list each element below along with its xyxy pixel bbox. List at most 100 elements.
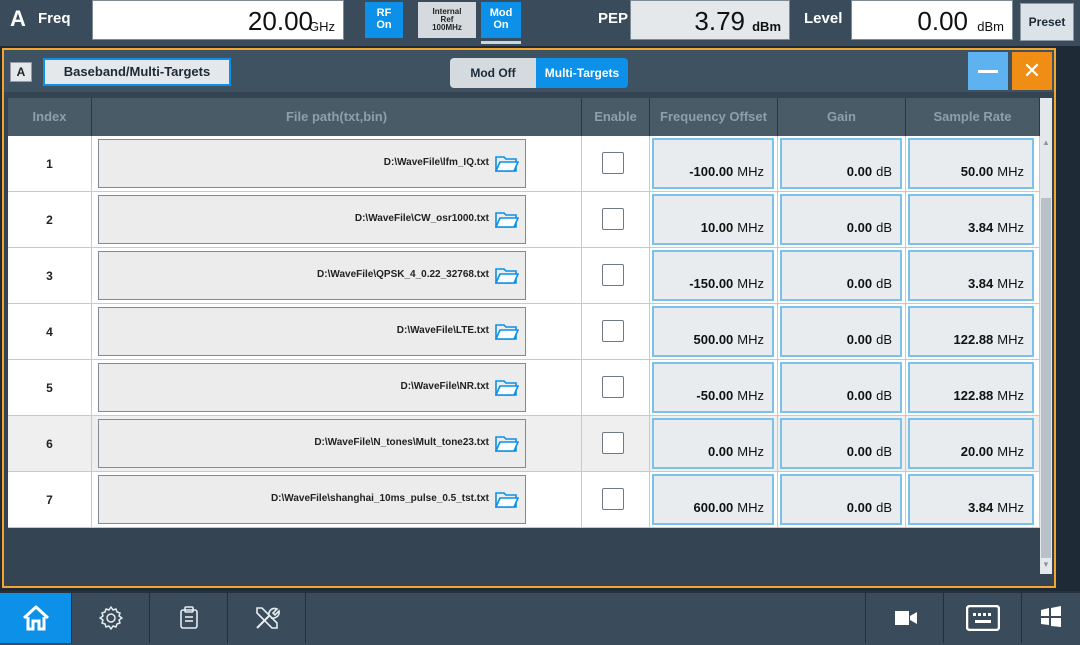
- frequency-offset-field[interactable]: 10.00 MHz: [652, 194, 774, 245]
- sample-rate-value: 3.84: [967, 220, 994, 235]
- frequency-offset-cell: 500.00 MHz: [650, 304, 778, 360]
- tools-button[interactable]: [228, 593, 306, 643]
- frequency-offset-field[interactable]: -100.00 MHz: [652, 138, 774, 189]
- frequency-offset-field[interactable]: -50.00 MHz: [652, 362, 774, 413]
- file-path-cell: D:\WaveFile\NR.txt: [92, 360, 582, 416]
- file-path-cell: D:\WaveFile\lfm_IQ.txt: [92, 136, 582, 192]
- sample-rate-field[interactable]: 3.84 MHz: [908, 474, 1034, 525]
- enable-checkbox[interactable]: [602, 488, 624, 510]
- setup-button[interactable]: [72, 593, 150, 643]
- file-path-button[interactable]: D:\WaveFile\LTE.txt: [98, 307, 526, 356]
- screenshot-button[interactable]: [866, 593, 944, 643]
- multi-targets-button[interactable]: Multi-Targets: [536, 58, 628, 88]
- file-path-cell: D:\WaveFile\LTE.txt: [92, 304, 582, 360]
- gain-field[interactable]: 0.00 dB: [780, 362, 902, 413]
- frequency-offset-cell: -50.00 MHz: [650, 360, 778, 416]
- frequency-offset-field[interactable]: 0.00 MHz: [652, 418, 774, 469]
- preset-button[interactable]: Preset: [1020, 3, 1074, 41]
- reference-button[interactable]: Internal Ref 100MHz: [418, 2, 476, 38]
- frequency-offset-unit: MHz: [737, 164, 764, 179]
- gain-field[interactable]: 0.00 dB: [780, 418, 902, 469]
- dialog-title-button[interactable]: Baseband/Multi-Targets: [43, 58, 231, 86]
- scroll-thumb[interactable]: [1041, 198, 1051, 558]
- table-row[interactable]: 7 D:\WaveFile\shanghai_10ms_pulse_0.5_tst…: [8, 472, 1040, 528]
- level-unit: dBm: [977, 19, 1004, 34]
- file-path-button[interactable]: D:\WaveFile\lfm_IQ.txt: [98, 139, 526, 188]
- sample-rate-unit: MHz: [997, 332, 1024, 347]
- close-button[interactable]: ✕: [1012, 52, 1052, 90]
- col-frequency-offset: Frequency Offset: [650, 98, 778, 136]
- gain-field[interactable]: 0.00 dB: [780, 250, 902, 301]
- sample-rate-field[interactable]: 20.00 MHz: [908, 418, 1034, 469]
- table-row[interactable]: 1 D:\WaveFile\lfm_IQ.txt -100.00 MHz 0.00 dB 5…: [8, 136, 1040, 192]
- folder-icon: [495, 156, 519, 172]
- file-path-button[interactable]: D:\WaveFile\shanghai_10ms_pulse_0.5_tst.…: [98, 475, 526, 524]
- gain-value: 0.00: [846, 444, 873, 459]
- gain-unit: dB: [876, 332, 892, 347]
- pep-unit: dBm: [752, 19, 781, 34]
- level-label: Level: [804, 10, 843, 27]
- sample-rate-value: 122.88: [953, 388, 994, 403]
- gain-field[interactable]: 0.00 dB: [780, 306, 902, 357]
- keyboard-icon: [966, 605, 1000, 631]
- table-row[interactable]: 5 D:\WaveFile\NR.txt -50.00 MHz 0.00 dB 122.88…: [8, 360, 1040, 416]
- keyboard-button[interactable]: [944, 593, 1022, 643]
- frequency-offset-value: 10.00: [700, 220, 734, 235]
- frequency-offset-value: 600.00: [693, 500, 734, 515]
- windows-button[interactable]: [1022, 593, 1080, 643]
- enable-cell: [582, 360, 650, 416]
- enable-checkbox[interactable]: [602, 152, 624, 174]
- enable-checkbox[interactable]: [602, 320, 624, 342]
- info-button[interactable]: [150, 593, 228, 643]
- rf-state: On: [376, 19, 392, 31]
- sample-rate-field[interactable]: 122.88 MHz: [908, 362, 1034, 413]
- file-path-text: D:\WaveFile\LTE.txt: [396, 325, 489, 336]
- enable-checkbox[interactable]: [602, 208, 624, 230]
- enable-checkbox[interactable]: [602, 376, 624, 398]
- sample-rate-cell: 3.84 MHz: [906, 192, 1040, 248]
- rf-toggle-button[interactable]: RF On: [365, 2, 403, 38]
- sample-rate-field[interactable]: 50.00 MHz: [908, 138, 1034, 189]
- scroll-up-icon[interactable]: ▲: [1040, 138, 1052, 152]
- frequency-offset-field[interactable]: -150.00 MHz: [652, 250, 774, 301]
- status-bar: A Freq 20.00 GHz RF On Internal Ref 100M…: [0, 0, 1080, 46]
- file-path-button[interactable]: D:\WaveFile\N_tones\Mult_tone23.txt: [98, 419, 526, 468]
- sample-rate-cell: 122.88 MHz: [906, 304, 1040, 360]
- sample-rate-value: 3.84: [967, 500, 994, 515]
- file-path-cell: D:\WaveFile\N_tones\Mult_tone23.txt: [92, 416, 582, 472]
- gain-field[interactable]: 0.00 dB: [780, 474, 902, 525]
- enable-checkbox[interactable]: [602, 264, 624, 286]
- gain-field[interactable]: 0.00 dB: [780, 138, 902, 189]
- gain-field[interactable]: 0.00 dB: [780, 194, 902, 245]
- vertical-scrollbar[interactable]: ▲ ▼: [1040, 98, 1052, 574]
- folder-icon: [495, 436, 519, 452]
- file-path-cell: D:\WaveFile\CW_osr1000.txt: [92, 192, 582, 248]
- sample-rate-field[interactable]: 3.84 MHz: [908, 250, 1034, 301]
- table-row[interactable]: 3 D:\WaveFile\QPSK_4_0.22_32768.txt -150.0…: [8, 248, 1040, 304]
- sample-rate-field[interactable]: 122.88 MHz: [908, 306, 1034, 357]
- sample-rate-unit: MHz: [997, 220, 1024, 235]
- mod-toggle-button[interactable]: Mod On: [481, 2, 521, 38]
- sample-rate-cell: 3.84 MHz: [906, 472, 1040, 528]
- frequency-offset-field[interactable]: 600.00 MHz: [652, 474, 774, 525]
- table-row[interactable]: 4 D:\WaveFile\LTE.txt 500.00 MHz 0.00 dB 122.8…: [8, 304, 1040, 360]
- table-row[interactable]: 6 D:\WaveFile\N_tones\Mult_tone23.txt 0.00…: [8, 416, 1040, 472]
- file-path-button[interactable]: D:\WaveFile\QPSK_4_0.22_32768.txt: [98, 251, 526, 300]
- mod-off-button[interactable]: Mod Off: [450, 58, 536, 88]
- enable-checkbox[interactable]: [602, 432, 624, 454]
- frequency-offset-field[interactable]: 500.00 MHz: [652, 306, 774, 357]
- enable-cell: [582, 136, 650, 192]
- minimize-button[interactable]: [968, 52, 1008, 90]
- gain-cell: 0.00 dB: [778, 248, 906, 304]
- sample-rate-field[interactable]: 3.84 MHz: [908, 194, 1034, 245]
- scroll-down-icon[interactable]: ▼: [1040, 560, 1052, 574]
- file-path-button[interactable]: D:\WaveFile\NR.txt: [98, 363, 526, 412]
- file-path-button[interactable]: D:\WaveFile\CW_osr1000.txt: [98, 195, 526, 244]
- table-row[interactable]: 2 D:\WaveFile\CW_osr1000.txt 10.00 MHz 0.00 d…: [8, 192, 1040, 248]
- home-button[interactable]: [0, 593, 72, 643]
- freq-field[interactable]: 20.00 GHz: [92, 0, 344, 40]
- level-field[interactable]: 0.00 dBm: [851, 0, 1013, 40]
- block-indicator: A: [10, 6, 26, 31]
- rf-label: RF: [376, 7, 392, 19]
- gain-value: 0.00: [846, 388, 873, 403]
